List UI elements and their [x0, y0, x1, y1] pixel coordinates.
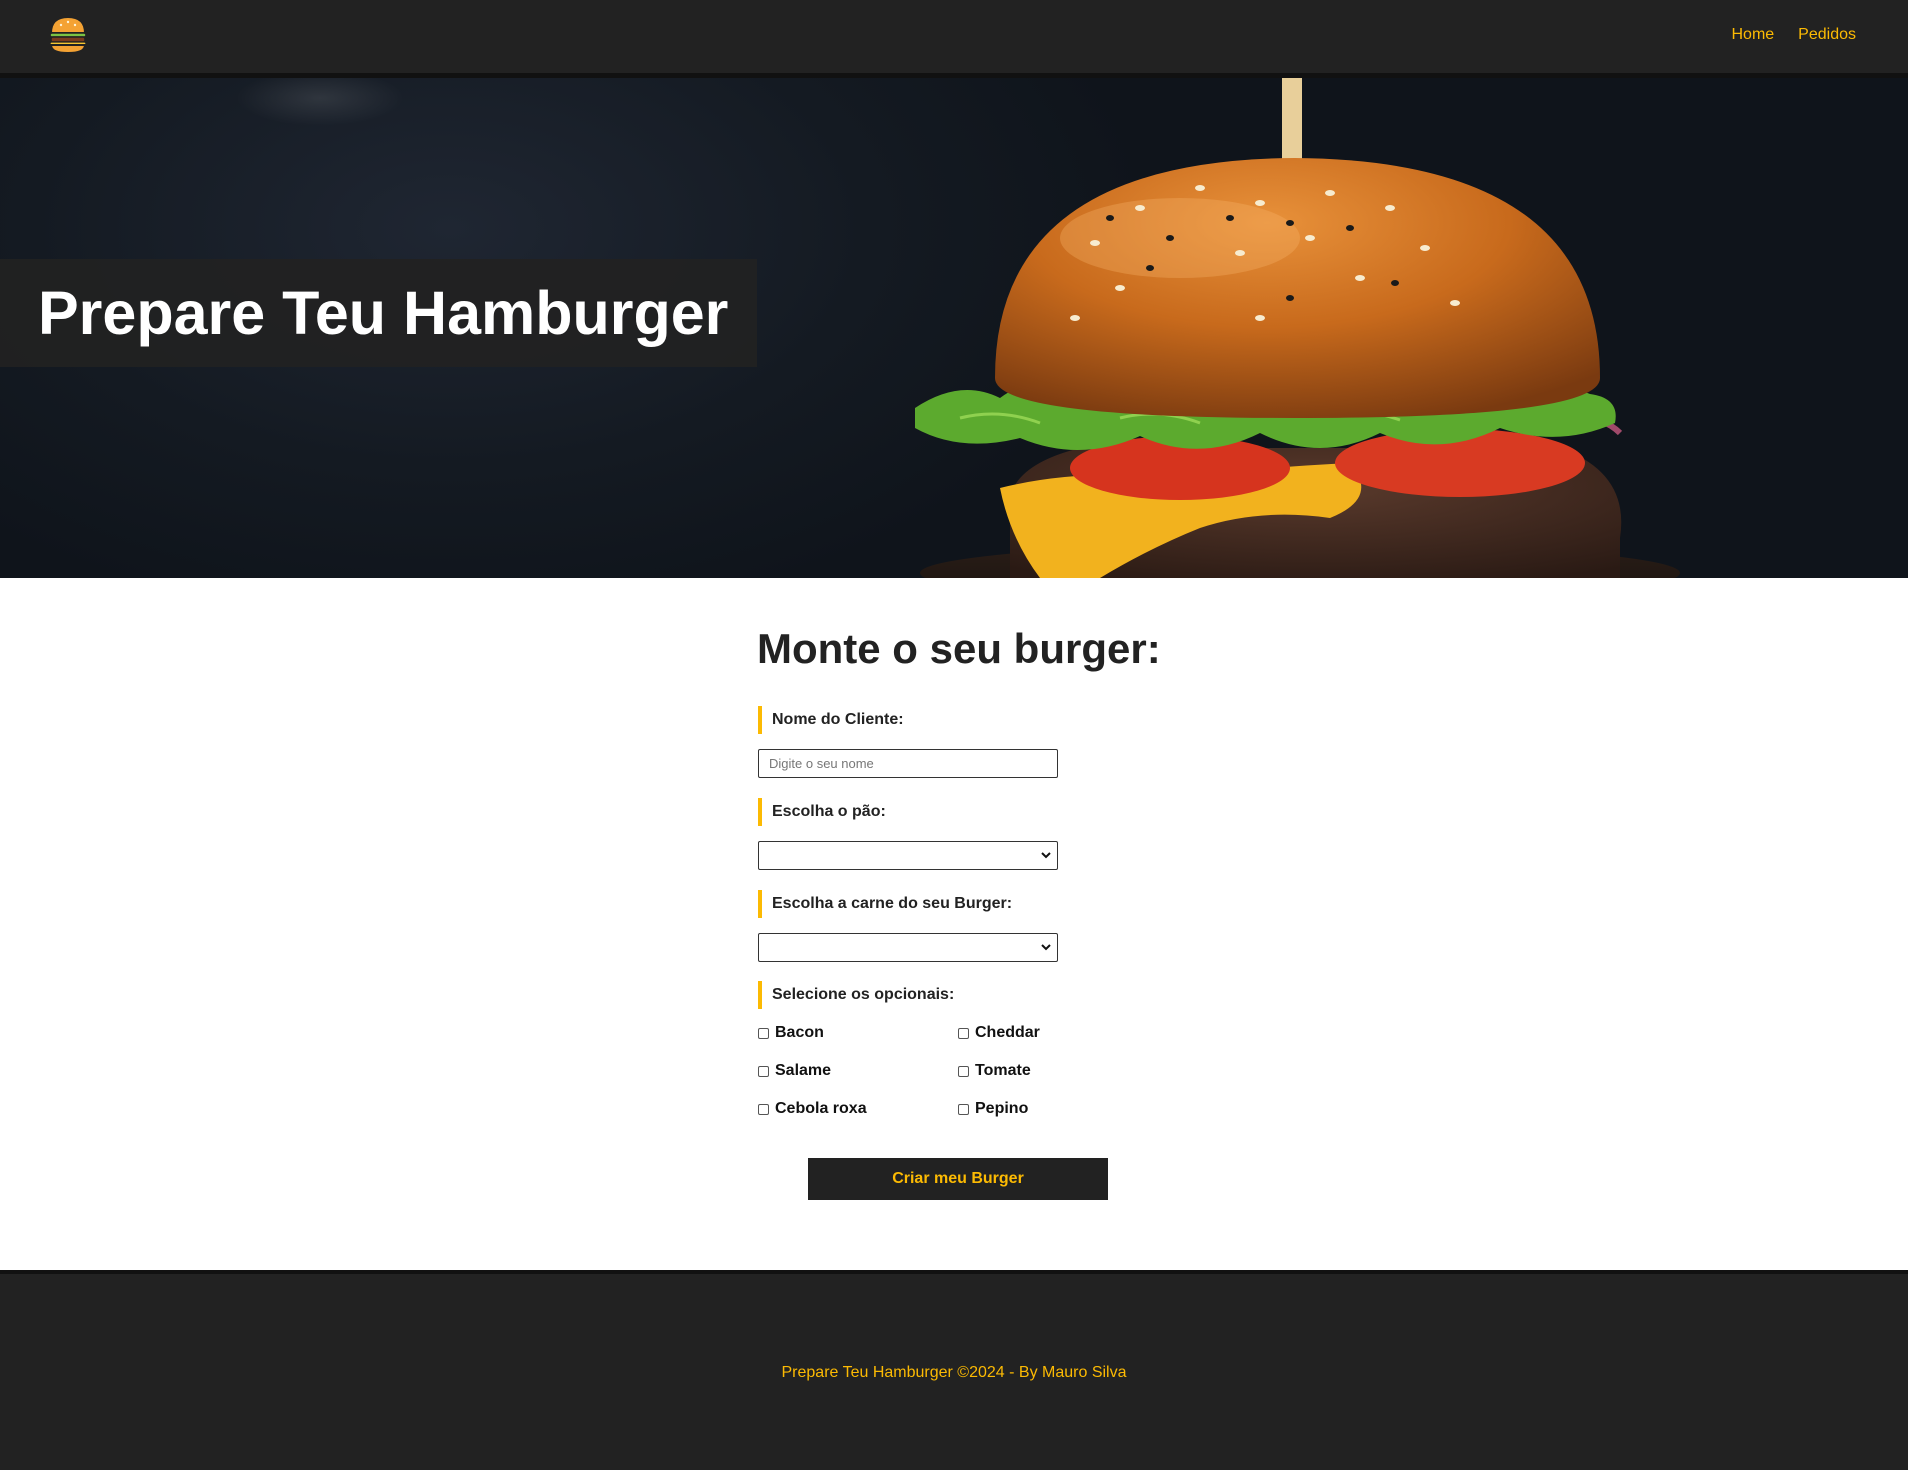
meat-select[interactable] — [758, 933, 1058, 962]
optionals-label: Selecione os opcionais: — [758, 981, 954, 1009]
optional-label: Tomate — [975, 1062, 1031, 1079]
optional-label: Cebola roxa — [775, 1100, 867, 1117]
banner-title: Prepare Teu Hamburger — [38, 279, 729, 347]
footer-text: Prepare Teu Hamburger ©2024 - By Mauro S… — [781, 1364, 1127, 1381]
customer-name-input[interactable] — [758, 749, 1058, 778]
banner-title-box: Prepare Teu Hamburger — [0, 259, 757, 367]
navbar: Home Pedidos — [0, 0, 1908, 78]
hero-banner: Prepare Teu Hamburger — [0, 78, 1908, 578]
footer: Prepare Teu Hamburger ©2024 - By Mauro S… — [0, 1270, 1908, 1470]
checkbox[interactable] — [958, 1065, 969, 1077]
optional-salame[interactable]: Salame — [758, 1062, 831, 1080]
form-title: Monte o seu burger: — [757, 625, 1161, 672]
nav-link-pedidos[interactable]: Pedidos — [1798, 26, 1856, 44]
meat-label: Escolha a carne do seu Burger: — [758, 890, 1012, 918]
checkbox[interactable] — [758, 1103, 769, 1115]
burger-logo-icon[interactable] — [48, 14, 88, 56]
create-burger-button[interactable]: Criar meu Burger — [808, 1158, 1108, 1200]
bread-select[interactable] — [758, 841, 1058, 870]
optional-cebola-roxa[interactable]: Cebola roxa — [758, 1100, 867, 1118]
checkbox[interactable] — [758, 1065, 769, 1077]
burger-form: Monte o seu burger: Nome do Cliente: Esc… — [0, 578, 1908, 1270]
name-label: Nome do Cliente: — [758, 706, 904, 734]
optional-pepino[interactable]: Pepino — [958, 1100, 1028, 1118]
nav-link-home[interactable]: Home — [1731, 26, 1774, 44]
chevron-down-icon — [1041, 944, 1051, 951]
optional-bacon[interactable]: Bacon — [758, 1024, 824, 1042]
nav-links: Home Pedidos — [1731, 26, 1856, 44]
optional-label: Bacon — [775, 1024, 824, 1041]
optional-label: Salame — [775, 1062, 832, 1079]
checkbox[interactable] — [758, 1027, 769, 1039]
checkbox[interactable] — [958, 1027, 969, 1039]
chevron-down-icon — [1041, 852, 1051, 859]
optional-tomate[interactable]: Tomate — [958, 1062, 1031, 1080]
optional-cheddar[interactable]: Cheddar — [958, 1024, 1040, 1042]
bread-label: Escolha o pão: — [758, 798, 886, 826]
optional-label: Cheddar — [975, 1024, 1040, 1041]
optional-label: Pepino — [975, 1100, 1029, 1117]
checkbox[interactable] — [958, 1103, 969, 1115]
